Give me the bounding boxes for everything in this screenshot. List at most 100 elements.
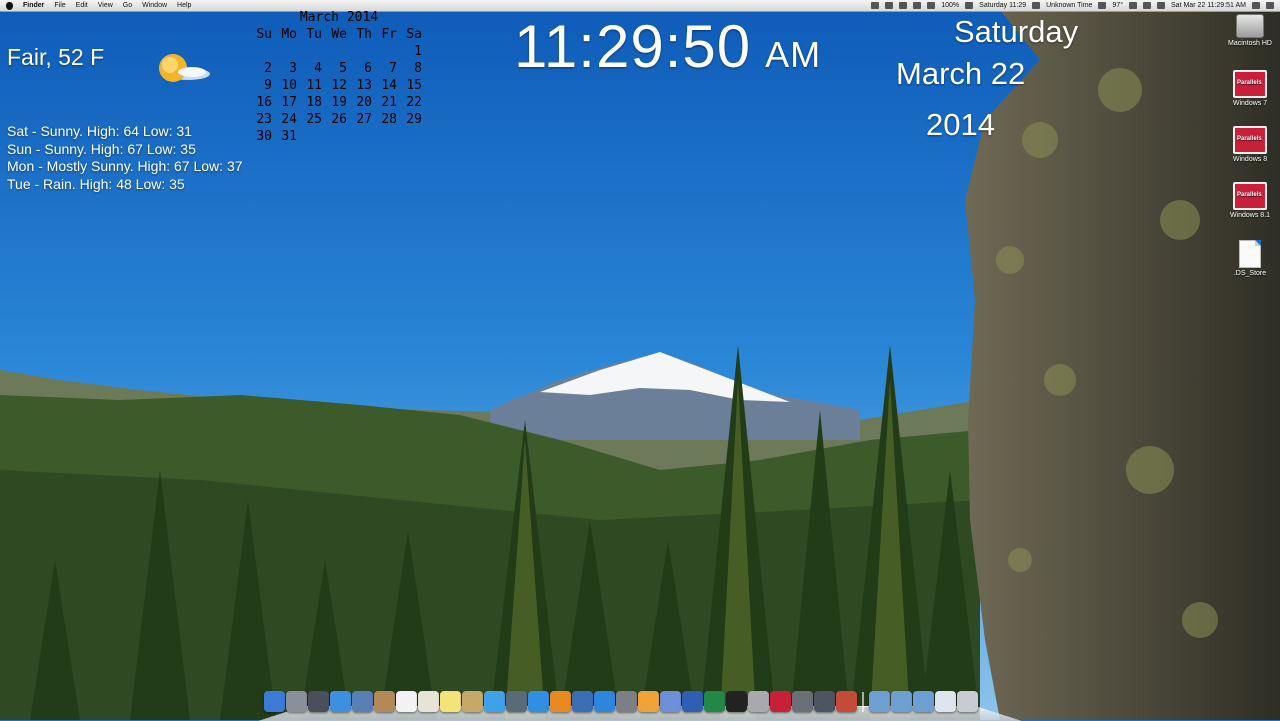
calendar-day: 12 bbox=[331, 78, 347, 93]
notification-center-icon[interactable] bbox=[1266, 2, 1274, 9]
system-preferences-icon[interactable] bbox=[616, 691, 637, 712]
dock bbox=[258, 691, 1022, 721]
clock-icon[interactable] bbox=[965, 2, 974, 9]
desktop-icon-label: Macintosh HD bbox=[1228, 40, 1272, 47]
forecast-line: Sat - Sunny. High: 64 Low: 31 bbox=[7, 123, 192, 139]
notes-icon[interactable] bbox=[440, 691, 461, 712]
grapher-icon[interactable] bbox=[792, 691, 813, 712]
menu-help[interactable]: Help bbox=[177, 0, 191, 11]
status-icon[interactable] bbox=[913, 2, 922, 9]
safari-icon[interactable] bbox=[330, 691, 351, 712]
apple-menu-icon[interactable] bbox=[6, 1, 13, 10]
calendar-day: 31 bbox=[281, 129, 297, 144]
battery-percent[interactable]: 100% bbox=[941, 0, 959, 11]
word-icon[interactable] bbox=[682, 691, 703, 712]
photo-booth-icon[interactable] bbox=[836, 691, 857, 712]
wifi-icon[interactable] bbox=[1157, 2, 1166, 9]
menu-window[interactable]: Window bbox=[142, 0, 167, 11]
text-edit-icon[interactable] bbox=[418, 691, 439, 712]
desktop-icon-label: Windows 8 bbox=[1232, 156, 1268, 163]
calendar-day: 29 bbox=[406, 112, 422, 127]
parallels-icon[interactable] bbox=[770, 691, 791, 712]
weather-icon[interactable] bbox=[1098, 2, 1107, 9]
menubar-datetime[interactable]: Sat Mar 22 11:29:51 AM bbox=[1171, 0, 1246, 11]
keynote-icon[interactable] bbox=[660, 691, 681, 712]
clock-icon[interactable] bbox=[1032, 2, 1041, 9]
calendar-day: 15 bbox=[406, 78, 422, 93]
activity-icon[interactable] bbox=[1129, 2, 1138, 9]
mail-stamp-icon[interactable] bbox=[352, 691, 373, 712]
calendar-day: 5 bbox=[339, 61, 347, 76]
forecast-line: Tue - Rain. High: 48 Low: 35 bbox=[7, 175, 185, 192]
terminal-icon[interactable] bbox=[726, 691, 747, 712]
app-menu-finder[interactable]: Finder bbox=[23, 0, 44, 11]
documents-folder-icon[interactable] bbox=[891, 691, 912, 712]
calendar-day: 21 bbox=[381, 95, 397, 110]
clock-date: March 22 bbox=[896, 56, 1026, 91]
calendar-day: 16 bbox=[256, 95, 272, 110]
calendar-day: 13 bbox=[356, 78, 372, 93]
preview-icon[interactable] bbox=[462, 691, 483, 712]
menubar-day-time[interactable]: Saturday 11:29 bbox=[979, 0, 1026, 11]
calendar-day: 19 bbox=[331, 95, 347, 110]
mission-control-icon[interactable] bbox=[308, 691, 329, 712]
calendar-day: 25 bbox=[306, 112, 322, 127]
desktop-icon-label: .DS_Store bbox=[1233, 270, 1267, 277]
downloads-folder-icon[interactable] bbox=[913, 691, 934, 712]
spotlight-search-icon[interactable] bbox=[1252, 2, 1260, 9]
desktop-clock: 11:29:50 AM bbox=[514, 12, 821, 81]
stack-icon[interactable] bbox=[935, 691, 956, 712]
menu-go[interactable]: Go bbox=[123, 0, 132, 11]
launchpad-icon[interactable] bbox=[286, 691, 307, 712]
messages-icon[interactable] bbox=[484, 691, 505, 712]
calendar-day: 7 bbox=[389, 61, 397, 76]
desktop-icon-windows-8[interactable]: Parallels Windows 8 bbox=[1222, 126, 1278, 163]
desktop-icon-ds-store[interactable]: .DS_Store bbox=[1222, 240, 1278, 277]
menu-edit[interactable]: Edit bbox=[76, 0, 88, 11]
calendar-day: 20 bbox=[356, 95, 372, 110]
disk-utility-icon[interactable] bbox=[748, 691, 769, 712]
itunes-icon[interactable] bbox=[528, 691, 549, 712]
calendar-icon[interactable] bbox=[396, 691, 417, 712]
battery-icon[interactable] bbox=[927, 2, 936, 9]
menubar-temperature[interactable]: 97° bbox=[1112, 0, 1123, 11]
parallels-vm-icon: Parallels bbox=[1233, 126, 1267, 154]
calendar-day: 6 bbox=[364, 61, 372, 76]
calendar-day: 24 bbox=[281, 112, 297, 127]
image-capture-icon[interactable] bbox=[814, 691, 835, 712]
desktop-icon-windows-8-1[interactable]: Parallels Windows 8.1 bbox=[1222, 182, 1278, 219]
time-status[interactable]: Unknown Time bbox=[1046, 0, 1092, 11]
finder-icon[interactable] bbox=[264, 691, 285, 712]
desktop-wallpaper bbox=[0, 0, 1280, 720]
excel-icon[interactable] bbox=[704, 691, 725, 712]
forecast-line: Sun - Sunny. High: 67 Low: 35 bbox=[7, 140, 196, 157]
trash-icon[interactable] bbox=[957, 691, 978, 712]
status-icon[interactable] bbox=[899, 2, 908, 9]
app-store-icon[interactable] bbox=[594, 691, 615, 712]
facetime-icon[interactable] bbox=[506, 691, 527, 712]
calendar-day: 23 bbox=[256, 112, 272, 127]
desktop-icon-windows-7[interactable]: Parallels Windows 7 bbox=[1222, 70, 1278, 107]
applications-folder-icon[interactable] bbox=[869, 691, 890, 712]
pages-icon[interactable] bbox=[638, 691, 659, 712]
status-icon[interactable] bbox=[871, 2, 880, 9]
quicktime-icon[interactable] bbox=[572, 691, 593, 712]
clock-time: 11:29:50 bbox=[514, 13, 752, 80]
calendar-day: 14 bbox=[381, 78, 397, 93]
ibooks-icon[interactable] bbox=[550, 691, 571, 712]
current-weather: Fair, 52 F bbox=[7, 44, 105, 70]
parallels-badge: Parallels bbox=[1237, 80, 1262, 86]
contacts-icon[interactable] bbox=[374, 691, 395, 712]
status-icon[interactable] bbox=[885, 2, 894, 9]
volume-icon[interactable] bbox=[1143, 2, 1152, 9]
document-icon bbox=[1239, 240, 1261, 268]
hard-drive-icon bbox=[1236, 14, 1264, 38]
calendar-day: 27 bbox=[356, 112, 372, 127]
menu-file[interactable]: File bbox=[54, 0, 65, 11]
calendar-weekday: Mo bbox=[281, 27, 297, 42]
calendar-day: 10 bbox=[281, 78, 297, 93]
menu-view[interactable]: View bbox=[98, 0, 113, 11]
parallels-badge: Parallels bbox=[1237, 136, 1262, 142]
dock-separator bbox=[862, 692, 864, 712]
desktop-icon-macintosh-hd[interactable]: Macintosh HD bbox=[1222, 14, 1278, 47]
